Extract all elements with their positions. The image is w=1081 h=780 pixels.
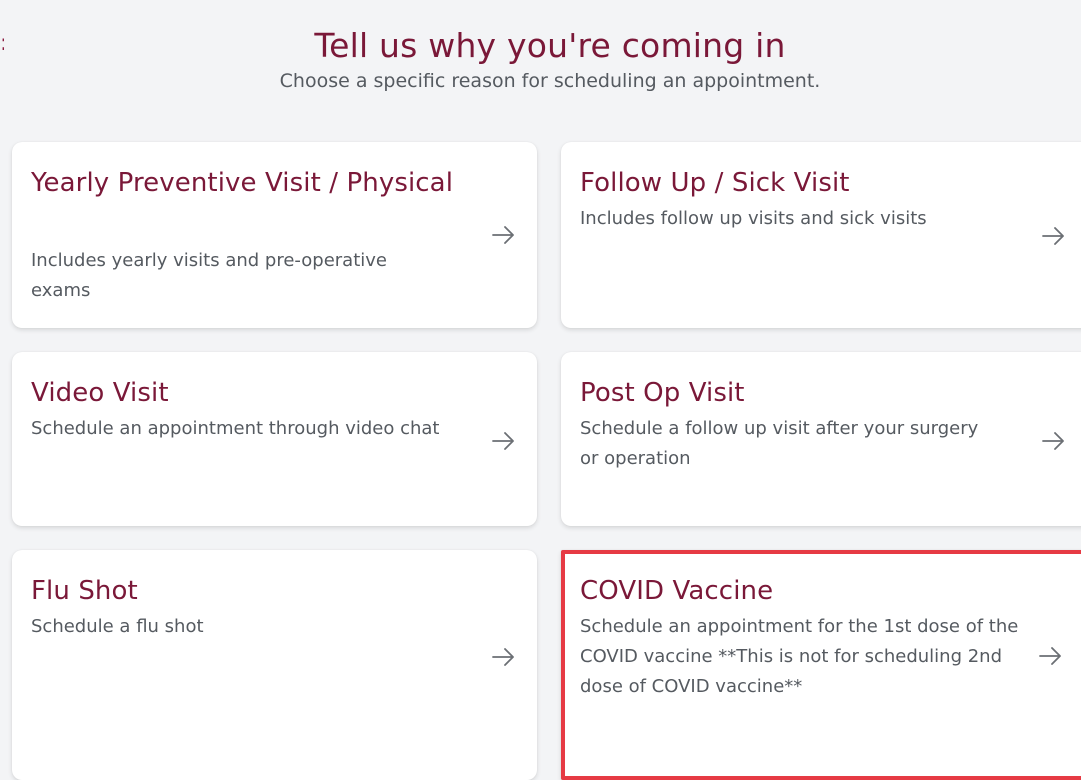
card-title: Post Op Visit — [580, 378, 745, 408]
arrow-right-icon — [492, 226, 516, 244]
card-title: Video Visit — [31, 378, 169, 408]
arrow-right-icon — [1042, 227, 1066, 245]
arrow-right-icon — [1039, 647, 1063, 665]
arrow-right-icon — [492, 648, 516, 666]
card-title: Yearly Preventive Visit / Physical — [31, 168, 454, 198]
card-title: Flu Shot — [31, 576, 138, 606]
card-description: Schedule an appointment through video ch… — [31, 418, 440, 439]
card-description: Schedule a follow up visit after your su… — [580, 418, 979, 469]
card-description: Includes follow up visits and sick visit… — [580, 208, 927, 229]
visit-option-video-visit[interactable]: Video Visit Schedule an appointment thro… — [12, 352, 537, 526]
card-description: Schedule an appointment for the 1st dose… — [580, 616, 1019, 697]
card-description: Includes yearly visits and pre-operative… — [31, 250, 387, 301]
page-subtitle: Choose a specific reason for scheduling … — [279, 70, 821, 92]
card-title: COVID Vaccine — [580, 576, 774, 606]
visit-option-flu-shot[interactable]: Flu Shot Schedule a flu shot — [12, 550, 537, 780]
visit-option-covid-vaccine[interactable]: COVID Vaccine Schedule an appointment fo… — [561, 550, 1081, 780]
arrow-right-icon — [1042, 432, 1066, 450]
card-title: Follow Up / Sick Visit — [580, 168, 850, 198]
card-description: Schedule a flu shot — [31, 616, 204, 637]
visit-option-yearly-preventive[interactable]: Yearly Preventive Visit / Physical Inclu… — [12, 142, 537, 328]
visit-option-post-op[interactable]: Post Op Visit Schedule a follow up visit… — [561, 352, 1081, 526]
page-header: Tell us why you're coming in Choose a sp… — [0, 24, 1081, 94]
visit-option-follow-up-sick[interactable]: Follow Up / Sick Visit Includes follow u… — [561, 142, 1081, 328]
arrow-right-icon — [492, 432, 516, 450]
page-title: Tell us why you're coming in — [314, 26, 786, 65]
